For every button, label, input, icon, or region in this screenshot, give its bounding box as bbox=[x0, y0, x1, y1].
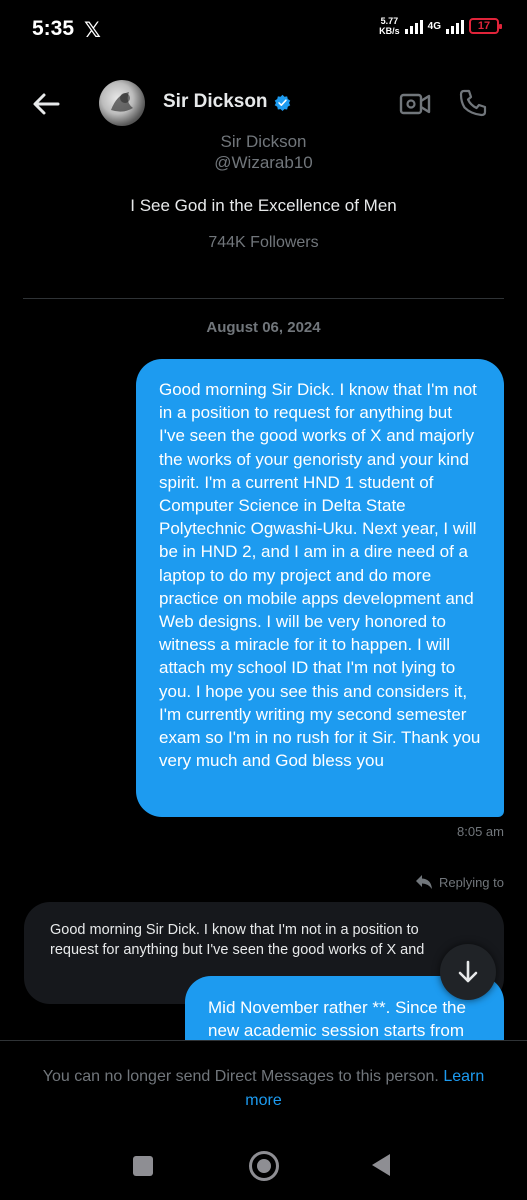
scroll-to-bottom-button[interactable] bbox=[440, 944, 496, 1000]
profile-bio: I See God in the Excellence of Men bbox=[130, 196, 397, 215]
dm-restricted-notice: You can no longer send Direct Messages t… bbox=[0, 1040, 527, 1140]
back-arrow-icon[interactable] bbox=[30, 88, 62, 120]
battery-level: 17 bbox=[477, 20, 491, 32]
verified-badge-icon bbox=[274, 94, 290, 111]
profile-followers: 744K Followers bbox=[208, 234, 319, 251]
date-separator: August 06, 2024 bbox=[206, 319, 321, 336]
status-bar: 5:35 𝕏 5.77 KB/s 4G 17 bbox=[0, 0, 527, 58]
contact-name[interactable]: Sir Dickson bbox=[163, 91, 291, 113]
reply-arrow-icon bbox=[415, 875, 432, 889]
contact-name-text: Sir Dickson bbox=[163, 91, 268, 112]
back-triangle-icon[interactable] bbox=[372, 1154, 390, 1176]
home-icon[interactable] bbox=[249, 1151, 279, 1181]
recents-icon[interactable] bbox=[133, 1156, 153, 1176]
x-app-icon: 𝕏 bbox=[84, 19, 101, 42]
conversation-header: Sir Dickson bbox=[0, 72, 527, 134]
status-time: 5:35 bbox=[32, 17, 75, 40]
status-indicators: 5.77 KB/s 4G 17 bbox=[379, 16, 502, 36]
video-call-icon[interactable] bbox=[399, 90, 431, 118]
phone-call-icon[interactable] bbox=[458, 88, 488, 118]
avatar[interactable] bbox=[99, 80, 145, 126]
message-timestamp: 8:05 am bbox=[457, 824, 504, 839]
profile-name-clipped: Sir Dickson bbox=[220, 134, 307, 148]
network-type: 4G bbox=[427, 20, 441, 32]
quoted-message-line-1: Good morning Sir Dick. I know that I'm n… bbox=[50, 922, 419, 938]
notice-text: You can no longer send Direct Messages t… bbox=[42, 1068, 439, 1085]
replying-to-label: Replying to bbox=[415, 874, 504, 890]
battery-icon: 17 bbox=[469, 18, 502, 34]
signal-strength-2-icon bbox=[446, 18, 464, 34]
network-speed: 5.77 KB/s bbox=[379, 16, 400, 36]
system-nav-bar bbox=[0, 1140, 527, 1200]
signal-strength-icon bbox=[404, 18, 423, 34]
quoted-message-line-2: request for anything but I've seen the g… bbox=[50, 942, 425, 958]
sent-message-bubble[interactable]: Good morning Sir Dick. I know that I'm n… bbox=[136, 359, 504, 817]
divider bbox=[23, 298, 504, 299]
arrow-down-icon bbox=[458, 960, 478, 983]
profile-handle[interactable]: @Wizarab10 bbox=[0, 153, 527, 173]
